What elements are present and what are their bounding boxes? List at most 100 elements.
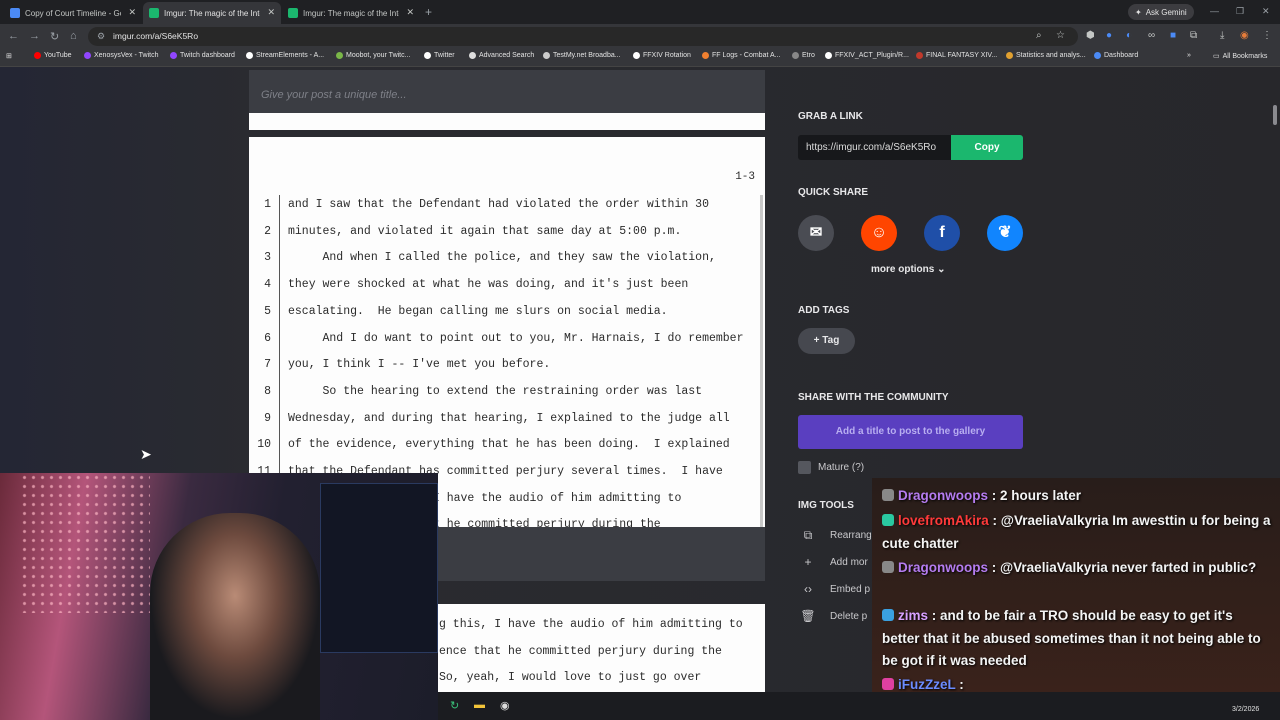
line-number: 5 [264,304,271,318]
ask-gemini-button[interactable]: ✦ Ask Gemini [1128,4,1194,20]
bookmark-etro[interactable]: Etro [792,52,815,59]
image-scrollbar[interactable] [760,195,763,527]
line-number: 8 [264,384,271,398]
url-text[interactable]: imgur.com/a/S6eK5Ro [113,31,198,41]
add-tag-button[interactable]: + Tag [798,328,855,354]
menu-icon[interactable]: ⋮ [1262,30,1272,41]
new-tab-button[interactable]: + [425,5,432,19]
line-number: 3 [264,251,271,265]
extension-icon[interactable]: ■ [1170,30,1176,41]
bookmark-ffxiv-rotation[interactable]: FFXIV Rotation [633,52,691,59]
extension-icon[interactable]: ⬢ [1086,30,1095,41]
bookmark-moobot[interactable]: Moobot, your Twitc... [336,52,410,59]
close-icon[interactable]: ✕ [406,7,414,18]
mature-checkbox[interactable] [798,461,811,474]
download-icon[interactable]: ⤓ [1220,30,1224,41]
streamer [150,513,320,720]
bookmark-label: Advanced Search [479,52,535,59]
app-icon[interactable]: ◉ [500,699,510,712]
file-explorer-icon[interactable]: ▬ [474,699,485,711]
bookmark-final-fantasy[interactable]: FINAL FANTASY XIV... [916,52,997,59]
reload-icon[interactable]: ↻ [50,30,59,43]
tab-imgur[interactable]: Imgur: The magic of the Intern ✕ [282,2,420,24]
app-icon[interactable]: ↻ [450,699,459,712]
globe-icon [633,52,640,59]
mature-label: Mature (?) [818,462,865,473]
transcript-line: Wednesday, and during that hearing, I ex… [288,411,730,425]
extension-icon[interactable]: ● [1106,30,1112,41]
bookmark-label: FF Logs - Combat A... [712,52,781,59]
bookmark-testmy[interactable]: TestMy.net Broadba... [543,52,621,59]
address-bar[interactable]: ⚙ imgur.com/a/S6eK5Ro ⌕ ☆ [88,27,1078,46]
transcript-line: And I do want to point out to you, Mr. H… [288,331,744,345]
forward-icon[interactable]: → [29,30,40,42]
back-icon[interactable]: ← [8,30,19,42]
tab-title: Imgur: The magic of the Intern [164,8,260,18]
close-window-icon[interactable]: ✕ [1262,6,1270,17]
twitch-icon [170,52,177,59]
display-shelf [320,483,438,653]
bookmark-advanced-search[interactable]: Advanced Search [469,52,534,59]
bookmark-twitter[interactable]: Twitter [424,52,455,59]
extension-icon[interactable]: ◐ [1126,30,1132,41]
embed-tool[interactable]: ‹› Embed p [800,582,870,596]
bookmark-youtube[interactable]: YouTube [34,52,72,59]
tab-imgur-active[interactable]: Imgur: The magic of the Intern ✕ [143,2,281,24]
transcript-image[interactable]: 1-3 1 and I saw that the Defendant had vi… [249,137,765,527]
bookmark-streamelements[interactable]: StreamElements - A... [246,52,324,59]
copy-button[interactable]: Copy [951,135,1023,160]
close-icon[interactable]: ✕ [128,7,136,18]
imgur-icon [288,8,298,18]
bookmark-fflogs[interactable]: FF Logs - Combat A... [702,52,780,59]
home-icon[interactable]: ⌂ [70,30,77,42]
tool-label: Delete p [830,610,868,622]
extension-icon[interactable]: ∞ [1148,30,1155,41]
reddit-icon[interactable]: ☺ [861,215,897,251]
link-field[interactable]: https://imgur.com/a/S6eK5Ro [798,135,951,160]
maximize-icon[interactable]: ❐ [1236,6,1244,17]
docs-icon [10,8,20,18]
profile-icon[interactable]: ◉ [1240,30,1249,41]
rearrange-tool[interactable]: ⧉ Rearrang [800,528,872,543]
moobot-icon [336,52,343,59]
bookmark-label: Etro [802,52,815,59]
transcript-line: they were shocked at what he was doing, … [288,278,689,292]
bookmark-ffxiv-act[interactable]: FFXIV_ACT_Plugin/R... [825,52,909,59]
minimize-icon[interactable]: — [1210,6,1219,16]
add-more-tool[interactable]: + Add mor [800,555,867,569]
post-to-gallery-button[interactable]: Add a title to post to the gallery [798,415,1023,449]
code-icon: ‹› [804,582,812,596]
tab-title: Copy of Court Timeline - Goog [25,8,121,18]
bookmark-twitch-dashboard[interactable]: Twitch dashboard [170,52,235,59]
post-title-input[interactable]: Give your post a unique title... [249,70,765,113]
page-scrollbar[interactable] [1273,105,1277,125]
tag-label: Tag [822,335,840,346]
bookmark-xenosysvex[interactable]: XenosysVex - Twitch [84,52,158,59]
more-options-button[interactable]: more options ⌄ [871,264,946,275]
close-icon[interactable]: ✕ [267,7,275,18]
mail-icon[interactable]: ✉ [798,215,834,251]
zoom-icon[interactable]: ⌕ [1036,30,1042,41]
chat-username: Dragonwoops [898,488,988,503]
tool-label: Rearrang [830,530,872,541]
line-number: 9 [264,411,271,425]
bookmark-statistics[interactable]: Statistics and analys... [1006,52,1086,59]
tab-strip: Copy of Court Timeline - Goog ✕ Imgur: T… [0,0,1280,24]
extensions-puzzle-icon[interactable]: ⧉ [1190,30,1197,41]
chat-message: Dragonwoops : 2 hours later [882,485,1272,508]
apps-icon[interactable]: ⊞ [6,52,12,60]
site-info-icon[interactable]: ⚙ [97,31,105,42]
chevron-right-icon[interactable]: » [1187,52,1191,59]
transcript-line: escalating. He began calling me slurs on… [288,304,668,318]
all-bookmarks[interactable]: ▭ All Bookmarks [1213,52,1267,61]
community-heading: SHARE WITH THE COMMUNITY [798,392,949,403]
gemini-icon: ✦ [1135,7,1142,17]
facebook-icon[interactable]: f [924,215,960,251]
bluesky-icon[interactable]: ❦ [987,215,1023,251]
delete-tool[interactable]: 🗑 Delete p [800,609,867,623]
bookmark-star-icon[interactable]: ☆ [1056,30,1065,41]
tab-court-timeline[interactable]: Copy of Court Timeline - Goog ✕ [4,2,142,24]
tool-label: Embed p [830,583,871,595]
bookmark-dashboard[interactable]: Dashboard [1094,52,1138,59]
tab-title: Imgur: The magic of the Intern [303,8,399,18]
